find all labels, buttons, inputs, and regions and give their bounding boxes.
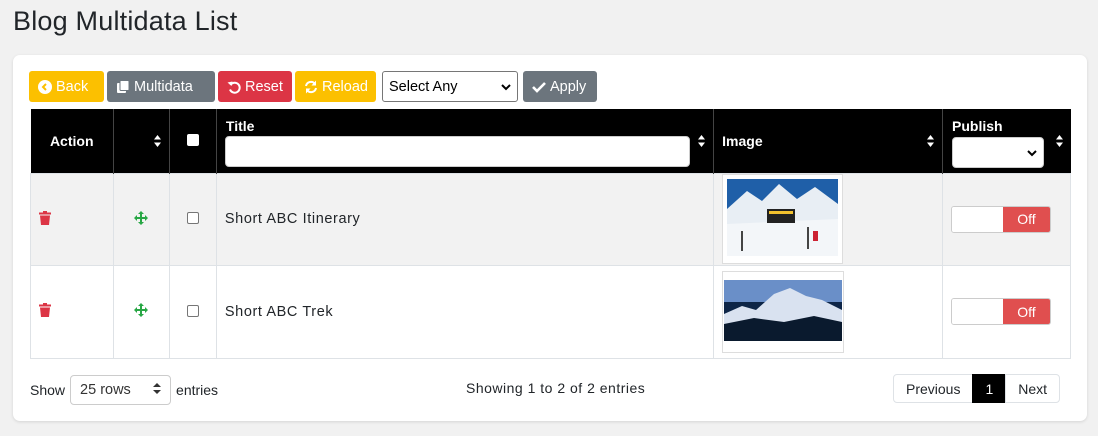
header-publish-label: Publish (952, 118, 1003, 134)
trash-icon[interactable] (39, 210, 51, 228)
publish-toggle-label: Off (1003, 299, 1050, 324)
multidata-button-label: Multidata (134, 78, 193, 95)
move-cell (112, 264, 170, 359)
header-publish[interactable]: Publish (942, 109, 1071, 173)
arrow-left-circle-icon (38, 79, 52, 94)
table-row: Short ABC Itinerary Off (30, 172, 1071, 266)
sort-icon (153, 134, 161, 147)
image-cell (713, 264, 943, 359)
previous-page-button[interactable]: Previous (893, 374, 974, 403)
row-title: Short ABC Itinerary (215, 172, 715, 266)
page-title: Blog Multidata List (13, 6, 238, 36)
multidata-button[interactable]: Multidata (107, 71, 215, 102)
reload-button[interactable]: Reload (295, 71, 376, 102)
page-1-button[interactable]: 1 (972, 374, 1007, 403)
move-icon[interactable] (133, 303, 148, 320)
sort-icon (153, 382, 162, 398)
sort-icon (927, 134, 934, 147)
copy-icon (116, 79, 130, 94)
reset-button[interactable]: Reset (218, 71, 292, 102)
data-table: Action Title Image Publish Short ABC Iti… (30, 109, 1071, 359)
check-icon (532, 81, 546, 93)
rows-per-page-select[interactable]: 25 rows (70, 374, 172, 405)
header-select-all (169, 109, 217, 173)
publish-cell: Off (942, 264, 1071, 359)
move-icon[interactable] (133, 210, 148, 228)
select-cell (168, 172, 217, 266)
image-cell (713, 172, 943, 266)
header-move[interactable] (113, 109, 170, 173)
publish-toggle[interactable]: Off (951, 298, 1051, 325)
header-title[interactable]: Title (216, 109, 715, 173)
entries-label: entries (176, 381, 219, 398)
list-card: Back Multidata Reset Reload Select Any A… (13, 55, 1087, 421)
back-button[interactable]: Back (29, 71, 104, 102)
show-label: Show (30, 381, 66, 398)
back-button-label: Back (56, 78, 89, 95)
row-image[interactable] (722, 270, 845, 353)
table-info: Showing 1 to 2 of 2 entries (466, 380, 646, 396)
refresh-icon (304, 80, 318, 94)
title-filter-input[interactable] (224, 136, 690, 167)
table-row: Short ABC Trek Off (30, 264, 1071, 359)
row-checkbox[interactable] (186, 212, 199, 224)
header-action: Action (30, 109, 114, 173)
next-page-button[interactable]: Next (1005, 374, 1061, 403)
publish-toggle-label: Off (1003, 206, 1050, 232)
trash-icon[interactable] (39, 303, 51, 320)
action-cell (30, 264, 114, 359)
rows-per-page-value: 25 rows (80, 381, 131, 398)
reload-button-label: Reload (322, 78, 368, 95)
apply-button[interactable]: Apply (523, 71, 597, 102)
row-title: Short ABC Trek (215, 264, 715, 359)
move-cell (112, 172, 170, 266)
publish-filter-select[interactable] (952, 137, 1044, 168)
header-action-label: Action (49, 132, 94, 149)
pagination: Previous 1 Next (893, 374, 1061, 403)
row-image[interactable] (722, 174, 844, 264)
header-image[interactable]: Image (713, 109, 943, 173)
sort-icon (1055, 134, 1063, 147)
row-checkbox[interactable] (186, 304, 199, 317)
table-header-row: Action Title Image Publish (30, 109, 1071, 173)
publish-cell: Off (942, 172, 1071, 266)
sort-icon (698, 134, 706, 147)
chevron-down-icon (501, 79, 511, 95)
toolbar: Back Multidata Reset Reload Select Any A… (29, 71, 597, 102)
select-all-checkbox[interactable] (186, 133, 199, 146)
select-cell (168, 264, 217, 359)
undo-icon (227, 80, 241, 94)
page-length-control: Show 25 rows entries (30, 374, 218, 405)
chevron-down-icon (1027, 150, 1037, 157)
bulk-action-select[interactable]: Select Any (382, 71, 518, 102)
bulk-action-select-value: Select Any (389, 78, 458, 95)
header-image-label: Image (722, 132, 763, 149)
reset-button-label: Reset (245, 78, 283, 95)
action-cell (30, 172, 114, 266)
apply-button-label: Apply (550, 78, 587, 95)
publish-toggle[interactable]: Off (951, 205, 1051, 233)
header-title-label: Title (225, 118, 255, 134)
